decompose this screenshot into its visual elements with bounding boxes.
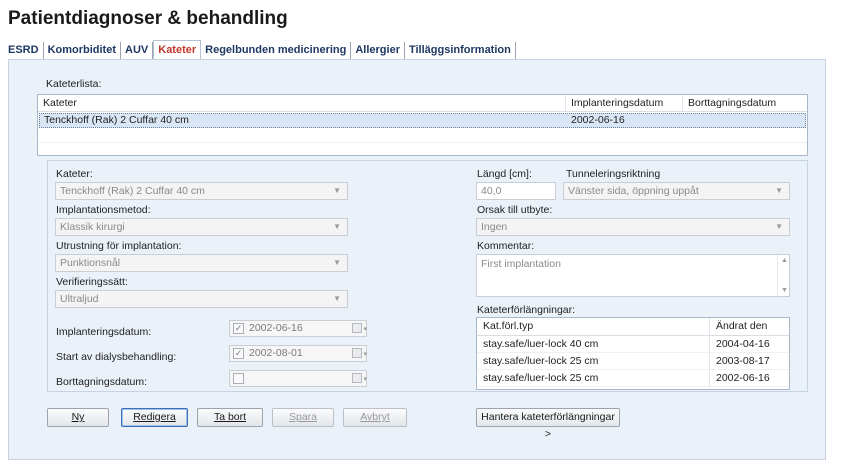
tab-regelbunden-medicinering[interactable]: Regelbunden medicinering [201, 42, 352, 59]
cancel-button[interactable]: Avbryt [343, 408, 407, 427]
chevron-down-icon: ▼ [333, 258, 341, 267]
save-button[interactable]: Spara [272, 408, 334, 427]
table-row[interactable]: stay.safe/luer-lock 25 cm 2003-08-17 [477, 353, 789, 370]
save-button-label: Spara [288, 411, 318, 423]
removal-date-checkbox[interactable] [233, 373, 244, 384]
table-row[interactable]: stay.safe/luer-lock 25 cm 2002-06-16 [477, 370, 789, 387]
method-dropdown[interactable]: Klassik kirurgi ▼ [55, 218, 348, 236]
implant-date-picker[interactable]: ✓ 2002-06-16 ▾ [229, 320, 367, 337]
dialysis-start-picker[interactable]: ✓ 2002-08-01 ▾ [229, 345, 367, 362]
ext-type-cell: stay.safe/luer-lock 25 cm [483, 355, 599, 367]
cell-implant-date: 2002-06-16 [571, 114, 625, 126]
catheter-list-label: Kateterlista: [46, 78, 102, 90]
dialysis-start-value: 2002-08-01 [249, 347, 303, 359]
equipment-label: Utrustning för implantation: [56, 240, 182, 252]
calendar-icon[interactable]: ▾ [352, 323, 367, 333]
calendar-icon[interactable]: ▾ [352, 373, 367, 383]
dialysis-start-label: Start av dialysbehandling: [56, 351, 177, 363]
catheter-label: Kateter: [56, 168, 93, 180]
tab-bar: ESRD Komorbiditet AUV Kateter Regelbunde… [8, 40, 516, 59]
tab-auv[interactable]: AUV [121, 42, 154, 59]
equipment-dropdown[interactable]: Punktionsnål ▼ [55, 254, 348, 272]
new-button-label: Ny [71, 411, 85, 423]
page-title: Patientdiagnoser & behandling [8, 8, 288, 29]
tab-tillaggsinformation[interactable]: Tilläggsinformation [405, 42, 516, 59]
extensions-label: Kateterförlängningar: [477, 304, 576, 316]
cell-removal-date [684, 114, 804, 127]
table-row[interactable]: stay.safe/luer-lock 40 cm 2004-04-16 [477, 336, 789, 353]
tab-esrd[interactable]: ESRD [8, 42, 44, 59]
catheter-dropdown[interactable]: Tenckhoff (Rak) 2 Cuffar 40 cm ▼ [55, 182, 348, 200]
manage-extensions-button[interactable]: Hantera kateterförlängningar > [476, 408, 620, 440]
column-header-ext-type[interactable]: Kat.förl.typ [477, 318, 709, 335]
tunnel-dropdown-value: Vänster sida, öppning uppåt [568, 185, 699, 197]
removal-date-label: Borttagningsdatum: [56, 376, 148, 388]
delete-button-label: Ta bort [213, 411, 247, 423]
equipment-dropdown-value: Punktionsnål [60, 257, 121, 269]
tunnel-dropdown[interactable]: Vänster sida, öppning uppåt ▼ [563, 182, 790, 200]
extensions-table-header: Kat.förl.typ Ändrat den [477, 318, 789, 336]
chevron-down-icon: ▼ [775, 186, 783, 195]
removal-date-picker[interactable]: ▾ [229, 370, 367, 387]
new-button[interactable]: Ny [47, 408, 109, 427]
list-empty-row [38, 128, 807, 143]
ext-changed-cell: 2003-08-17 [709, 353, 789, 369]
comment-value: First implantation [481, 258, 561, 270]
implant-date-checkbox[interactable]: ✓ [233, 323, 244, 334]
scroll-up-icon[interactable]: ▲ [781, 257, 788, 264]
catheter-dropdown-value: Tenckhoff (Rak) 2 Cuffar 40 cm [60, 185, 205, 197]
cancel-button-label: Avbryt [360, 411, 390, 423]
ext-type-cell: stay.safe/luer-lock 25 cm [483, 372, 599, 384]
removal-reason-dropdown[interactable]: Ingen ▼ [476, 218, 790, 236]
edit-button[interactable]: Redigera [121, 408, 188, 427]
extensions-table[interactable]: Kat.förl.typ Ändrat den stay.safe/luer-l… [476, 317, 790, 390]
scroll-down-icon[interactable]: ▼ [781, 287, 788, 294]
length-input[interactable]: 40,0 [476, 182, 556, 200]
verification-label: Verifieringssätt: [56, 276, 128, 288]
tab-kateter[interactable]: Kateter [153, 40, 202, 59]
column-header-removal-date[interactable]: Borttagningsdatum [682, 95, 802, 111]
edit-button-label: Redigera [133, 411, 176, 423]
ext-type-cell: stay.safe/luer-lock 40 cm [483, 338, 599, 350]
tab-allergier[interactable]: Allergier [351, 42, 405, 59]
implant-date-value: 2002-06-16 [249, 322, 303, 334]
method-dropdown-value: Klassik kirurgi [60, 221, 125, 233]
verification-dropdown[interactable]: Ultraljud ▼ [55, 290, 348, 308]
comment-scrollbar[interactable]: ▲ ▼ [777, 255, 789, 296]
cell-catheter-name: Tenckhoff (Rak) 2 Cuffar 40 cm [44, 114, 189, 126]
chevron-down-icon: ▼ [333, 186, 341, 195]
column-header-changed[interactable]: Ändrat den [709, 318, 789, 335]
ext-changed-cell: 2002-06-16 [709, 370, 789, 386]
length-label: Längd [cm]: [477, 168, 532, 180]
column-header-implant-date[interactable]: Implanteringsdatum [565, 95, 682, 111]
delete-button[interactable]: Ta bort [197, 408, 263, 427]
column-header-kateter[interactable]: Kateter [38, 95, 565, 111]
catheter-list-header: Kateter Implanteringsdatum Borttagningsd… [38, 95, 807, 112]
removal-reason-dropdown-value: Ingen [481, 221, 508, 233]
ext-changed-cell: 2004-04-16 [709, 336, 789, 352]
tunnel-label: Tunneleringsriktning [566, 168, 661, 180]
verification-dropdown-value: Ultraljud [60, 293, 99, 305]
chevron-down-icon: ▼ [333, 294, 341, 303]
removal-reason-label: Orsak till utbyte: [477, 204, 553, 216]
calendar-icon[interactable]: ▾ [352, 348, 367, 358]
chevron-down-icon: ▼ [775, 222, 783, 231]
implant-date-label: Implanteringsdatum: [56, 326, 152, 338]
method-label: Implantationsmetod: [56, 204, 151, 216]
chevron-down-icon: ▼ [333, 222, 341, 231]
dialysis-start-checkbox[interactable]: ✓ [233, 348, 244, 359]
tab-komorbiditet[interactable]: Komorbiditet [44, 42, 122, 59]
comment-textarea[interactable]: First implantation ▲ ▼ [476, 254, 790, 297]
table-row[interactable]: Tenckhoff (Rak) 2 Cuffar 40 cm 2002-06-1… [39, 113, 806, 128]
catheter-list[interactable]: Kateter Implanteringsdatum Borttagningsd… [37, 94, 808, 156]
comment-label: Kommentar: [477, 240, 535, 252]
